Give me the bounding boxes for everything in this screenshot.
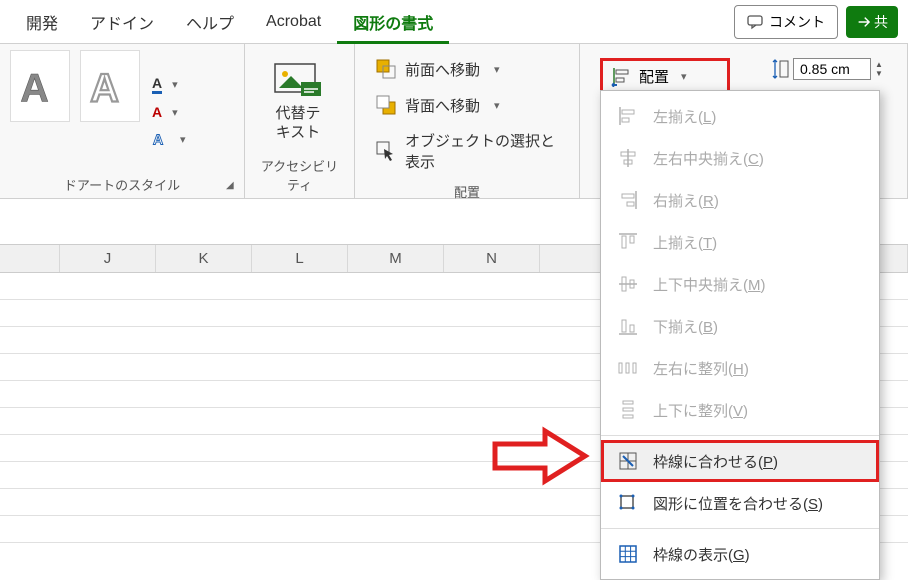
height-input-row: ▲▼ (771, 58, 883, 80)
distribute-h-icon (617, 357, 639, 379)
tab-developer[interactable]: 開発 (10, 0, 74, 44)
col-l[interactable]: L (252, 245, 348, 272)
wordart-style-1[interactable]: A (10, 50, 70, 122)
align-center-h-icon (617, 147, 639, 169)
align-top-icon (617, 231, 639, 253)
height-input[interactable] (793, 58, 871, 80)
bring-forward-button[interactable]: 前面へ移動 ▾ (375, 58, 559, 80)
spin-down[interactable]: ▼ (875, 69, 883, 78)
comment-button[interactable]: コメント (734, 5, 838, 39)
menu-distribute-h: 左右に整列(H) (601, 347, 879, 389)
menu-snap-to-shape[interactable]: 図形に位置を合わせる(S) (601, 482, 879, 524)
align-middle-v-icon (617, 273, 639, 295)
tab-acrobat[interactable]: Acrobat (250, 3, 337, 41)
tab-addin[interactable]: アドイン (74, 0, 170, 44)
arrange-group-label: 配置 (365, 180, 569, 201)
wordart-style-2[interactable]: A (80, 50, 140, 122)
send-backward-icon (375, 94, 397, 116)
snap-shape-icon (617, 492, 639, 514)
selection-pane-icon (375, 140, 397, 162)
comment-label: コメント (769, 12, 825, 32)
alt-text-label: 代替テ キスト (275, 104, 320, 143)
menu-align-center-h: 左右中央揃え(C) (601, 137, 879, 179)
align-left-icon (617, 105, 639, 127)
wordart-group-label: ドアートのスタイル (10, 173, 234, 194)
height-icon (771, 58, 789, 80)
menu-separator (601, 528, 879, 529)
bring-forward-icon (375, 58, 397, 80)
text-outline-button[interactable]: A ▾ (152, 104, 186, 120)
wordart-dialog-launcher[interactable]: ◢ (226, 180, 238, 192)
snap-grid-icon (617, 450, 639, 472)
gridlines-icon (617, 543, 639, 565)
send-backward-label: 背面へ移動 (405, 95, 480, 116)
menu-snap-to-grid[interactable]: 枠線に合わせる(P) (601, 440, 879, 482)
chevron-down-icon[interactable]: ▾ (494, 63, 500, 76)
text-fill-button[interactable]: A ▾ (152, 75, 186, 94)
distribute-v-icon (617, 399, 639, 421)
chevron-down-icon: ▾ (681, 70, 687, 83)
bring-forward-label: 前面へ移動 (405, 59, 480, 80)
col-m[interactable]: M (348, 245, 444, 272)
alt-text-button[interactable]: 代替テ キスト (255, 50, 341, 154)
send-backward-button[interactable]: 背面へ移動 ▾ (375, 94, 559, 116)
spin-up[interactable]: ▲ (875, 60, 883, 69)
chevron-down-icon[interactable]: ▾ (494, 99, 500, 112)
group-arrange: 前面へ移動 ▾ 背面へ移動 ▾ オブジェクトの選択と表示 配置 (355, 44, 580, 198)
align-icon (611, 65, 633, 87)
align-label: 配置 (639, 66, 669, 87)
comment-icon (747, 14, 763, 30)
menu-align-middle-v: 上下中央揃え(M) (601, 263, 879, 305)
menu-show-gridlines[interactable]: 枠線の表示(G) (601, 533, 879, 575)
ribbon-tabs: 開発 アドイン ヘルプ Acrobat 図形の書式 コメント 共 (0, 0, 908, 44)
group-accessibility: 代替テ キスト アクセシビリティ (245, 44, 355, 198)
svg-text:A: A (153, 132, 164, 148)
align-dropdown-menu: 左揃え(L) 左右中央揃え(C) 右揃え(R) 上揃え(T) 上下中央揃え(M)… (600, 90, 880, 580)
group-wordart-styles: A A A ▾ A ▾ A ▾ ドアートのスタイル ◢ (0, 44, 245, 198)
share-icon (856, 15, 870, 29)
align-button[interactable]: 配置 ▾ (600, 58, 730, 94)
tab-help[interactable]: ヘルプ (170, 0, 250, 44)
align-right-icon (617, 189, 639, 211)
col-j[interactable]: J (60, 245, 156, 272)
accessibility-group-label: アクセシビリティ (255, 154, 344, 194)
align-bottom-icon (617, 315, 639, 337)
col-n[interactable]: N (444, 245, 540, 272)
menu-align-left: 左揃え(L) (601, 95, 879, 137)
svg-text:A: A (20, 66, 49, 108)
share-label: 共 (874, 12, 888, 32)
alt-text-icon (273, 62, 323, 100)
tab-shape-format[interactable]: 図形の書式 (337, 0, 449, 44)
selection-pane-label: オブジェクトの選択と表示 (405, 130, 559, 172)
menu-distribute-v: 上下に整列(V) (601, 389, 879, 431)
menu-align-bottom: 下揃え(B) (601, 305, 879, 347)
selection-pane-button[interactable]: オブジェクトの選択と表示 (375, 130, 559, 172)
menu-align-right: 右揃え(R) (601, 179, 879, 221)
annotation-red-arrow (490, 426, 590, 486)
text-effects-button[interactable]: A ▾ (152, 130, 186, 148)
svg-text:A: A (90, 66, 119, 108)
menu-separator (601, 435, 879, 436)
col-k[interactable]: K (156, 245, 252, 272)
share-button[interactable]: 共 (846, 6, 898, 38)
menu-align-top: 上揃え(T) (601, 221, 879, 263)
